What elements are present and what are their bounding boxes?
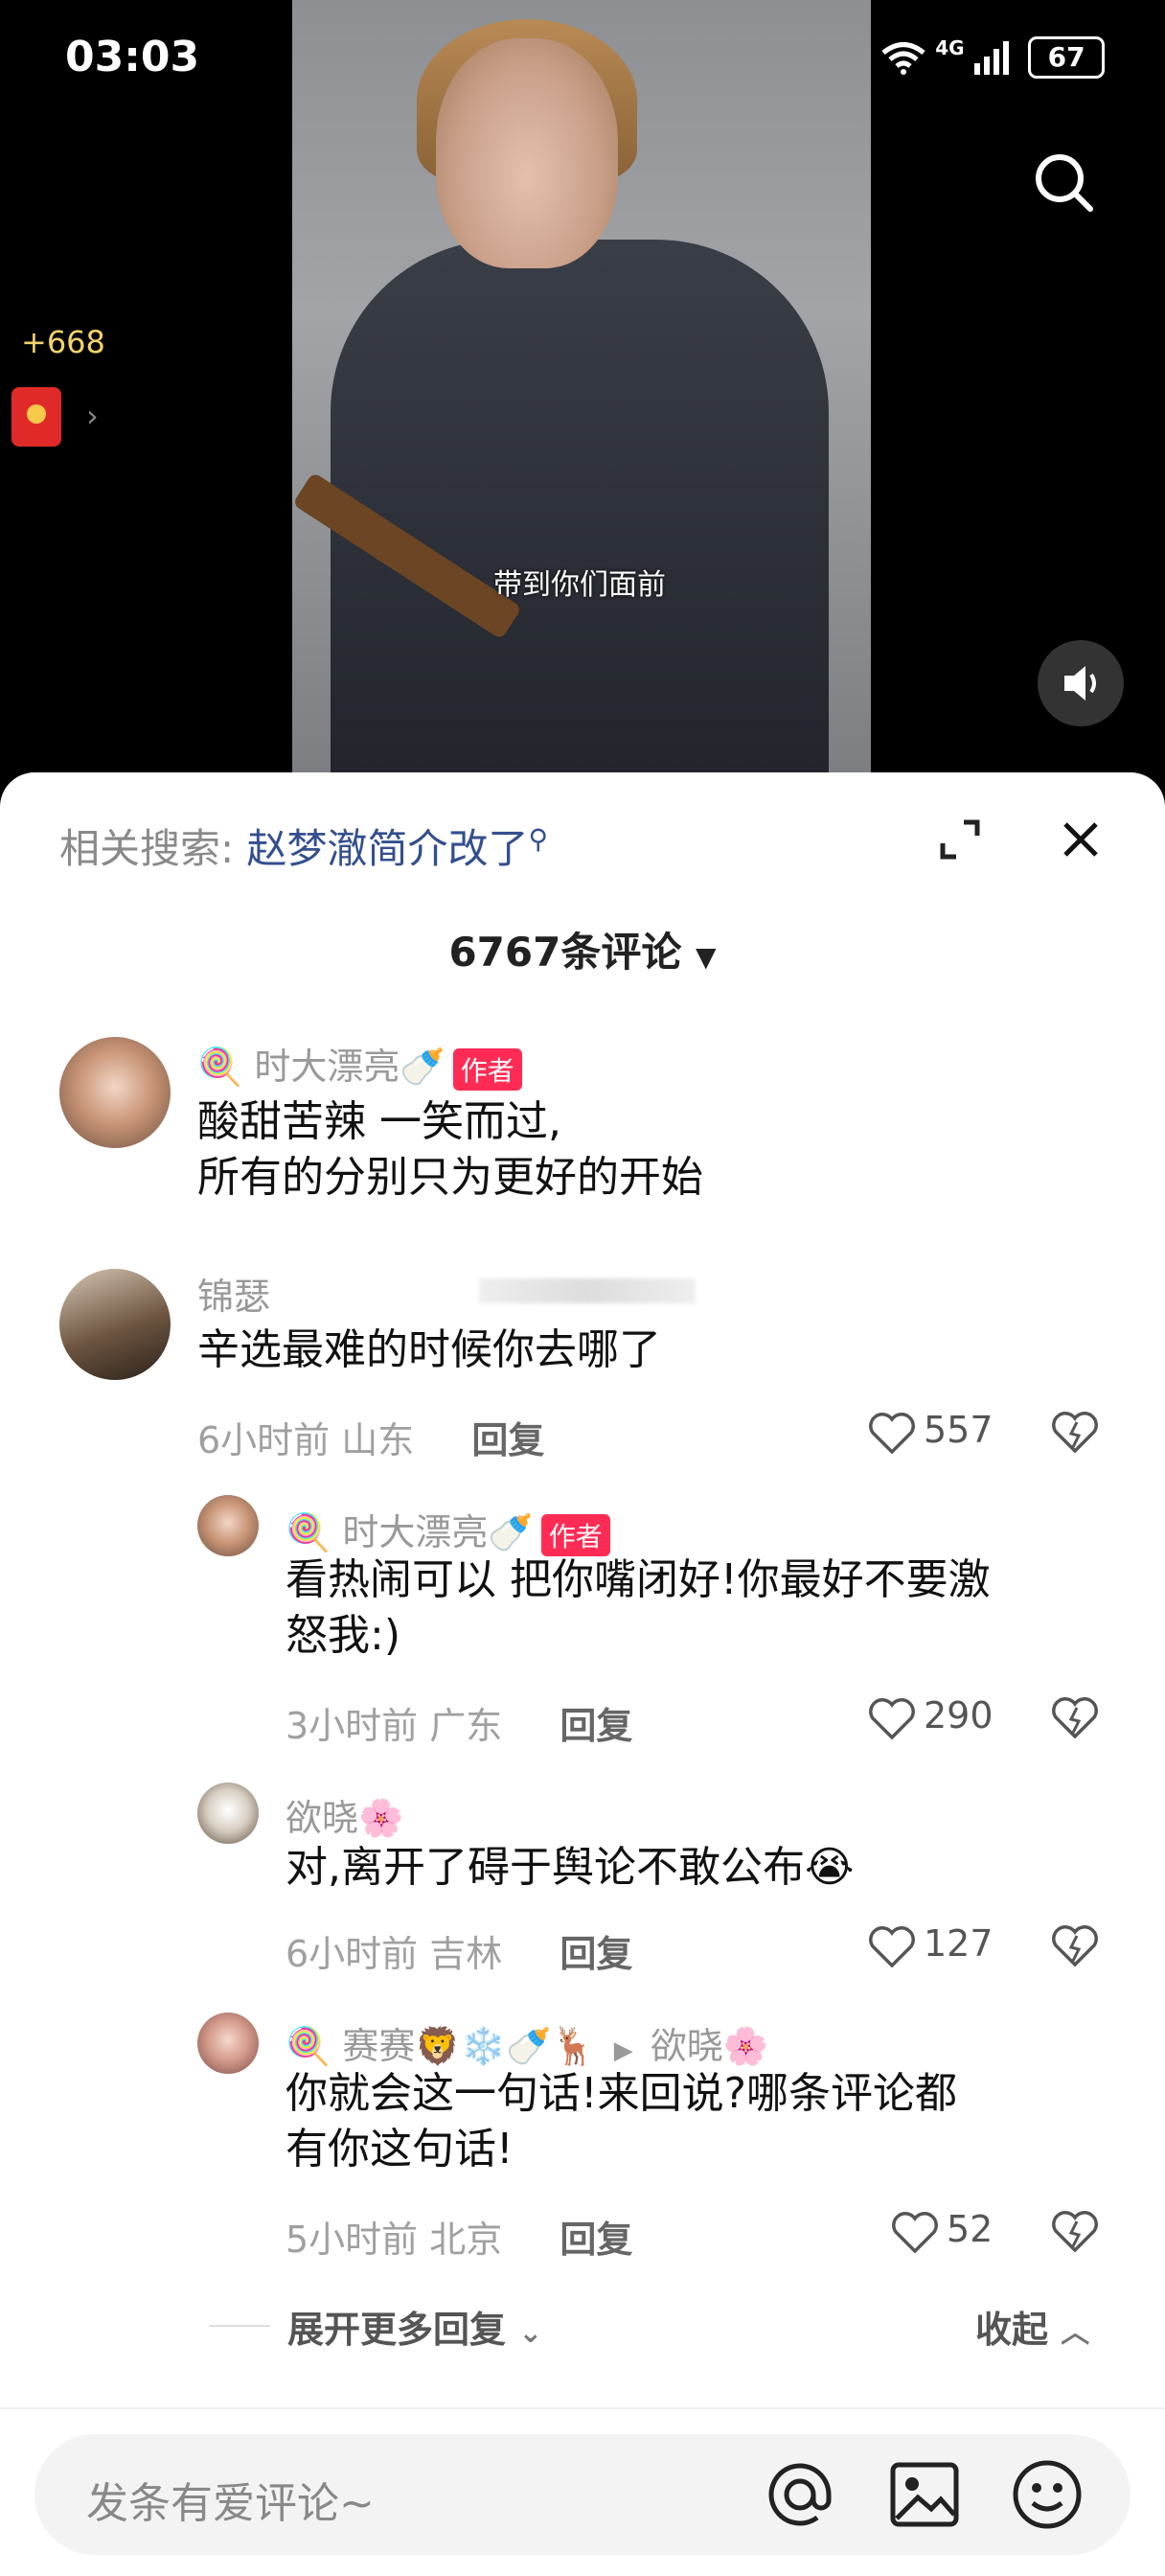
author-badge: 作者: [540, 1513, 610, 1556]
reply-location: 广东: [429, 1705, 503, 1747]
collapse-button[interactable]: 收起 ︿: [975, 2300, 1089, 2353]
status-icons: 4G 67: [879, 36, 1106, 79]
divider-line: [209, 2325, 270, 2327]
status-time: 03:03: [65, 33, 200, 81]
avatar[interactable]: [197, 2012, 259, 2074]
small-search-icon: ⚲: [528, 823, 549, 855]
divider: [0, 2407, 1165, 2409]
avatar[interactable]: [59, 1037, 171, 1148]
expand-icon[interactable]: [939, 818, 981, 861]
heart-icon: [869, 1697, 915, 1739]
reply-time: 5小时前: [286, 2219, 419, 2261]
search-icon[interactable]: [1033, 151, 1094, 213]
reply-text: 看热闹可以 把你嘴闭好!你最好不要激 怒我:): [286, 1552, 991, 1664]
comment-meta: 6小时前 山东 回复: [197, 1411, 544, 1463]
reply-button[interactable]: 回复: [471, 1419, 544, 1461]
like-button[interactable]: 52: [891, 2208, 993, 2253]
dislike-icon[interactable]: [1052, 1924, 1098, 1966]
blurred-content: [479, 1278, 696, 1303]
like-button[interactable]: 557: [868, 1409, 994, 1454]
reply-meta: 5小时前 北京 回复: [286, 2210, 632, 2263]
video-subtitle: 带到你们面前: [493, 568, 666, 602]
reply-line: 看热闹可以 把你嘴闭好!你最好不要激: [286, 1555, 991, 1604]
reply-text: 你就会这一句话!来回说?哪条评论都 有你这句话!: [286, 2066, 957, 2177]
caret-down-icon: ▼: [695, 941, 717, 973]
red-packet-icon[interactable]: [11, 387, 61, 447]
author-badge: 作者: [452, 1047, 522, 1091]
comment-author-name[interactable]: 🍭 时大漂亮🍼 作者: [197, 1037, 522, 1091]
reply-meta: 6小时前 吉林 回复: [286, 1924, 632, 1977]
reply-location: 吉林: [429, 1933, 503, 1975]
chevron-up-icon: ︿: [1061, 2316, 1090, 2350]
volume-icon: [1064, 666, 1096, 701]
like-count: 52: [947, 2208, 994, 2250]
heart-icon: [892, 2211, 938, 2253]
like-count: 290: [924, 1694, 994, 1736]
reply-text: 对,离开了碍于舆论不敢公布😭: [286, 1840, 854, 1896]
comment-text: 辛选最难的时候你去哪了: [197, 1325, 661, 1374]
comment-line: 酸甜苦辣 一笑而过,: [197, 1097, 561, 1146]
network-type: 4G: [935, 36, 965, 59]
chevron-right-icon[interactable]: ›: [86, 398, 99, 434]
heart-icon: [869, 1925, 915, 1967]
expand-more-replies-button[interactable]: 展开更多回复 ⌄: [287, 2300, 542, 2353]
battery-indicator: 67: [1028, 36, 1106, 79]
reply-time: 3小时前: [286, 1705, 419, 1747]
comment-author-name[interactable]: 锦瑟: [197, 1267, 270, 1320]
reply-line: 怒我:): [286, 1611, 400, 1660]
like-count: 557: [924, 1409, 994, 1451]
bonus-points: +668: [21, 324, 105, 360]
video-person-face: [436, 38, 618, 268]
like-button[interactable]: 127: [868, 1922, 994, 1967]
heart-icon: [869, 1412, 915, 1454]
at-icon[interactable]: [763, 2457, 837, 2532]
expand-more-label: 展开更多回复: [287, 2309, 507, 2351]
reply-button[interactable]: 回复: [560, 1933, 632, 1975]
reply-time: 6小时前: [286, 1933, 419, 1975]
reply-meta: 3小时前 广东 回复: [286, 1696, 632, 1749]
reply-location: 北京: [429, 2219, 503, 2261]
related-search[interactable]: 相关搜索: 赵梦澈简介改了⚲: [59, 816, 548, 875]
chevron-down-icon: ⌄: [518, 2316, 543, 2350]
wifi-icon: [881, 42, 925, 75]
reply-line: 你就会这一句话!来回说?哪条评论都: [286, 2069, 957, 2118]
like-count: 127: [924, 1922, 994, 1965]
volume-button[interactable]: [1038, 640, 1124, 726]
avatar[interactable]: [197, 1495, 259, 1556]
comment-text: 酸甜苦辣 一笑而过, 所有的分别只为更好的开始: [197, 1094, 703, 1206]
reply-arrow-icon: ▶: [613, 2036, 633, 2065]
related-search-label: 相关搜索:: [59, 825, 235, 872]
avatar[interactable]: [197, 1782, 259, 1844]
reply-button[interactable]: 回复: [560, 1705, 632, 1747]
comment-location: 山东: [341, 1419, 415, 1461]
reply-button[interactable]: 回复: [560, 2219, 632, 2261]
dislike-icon[interactable]: [1052, 1411, 1098, 1453]
related-search-query[interactable]: 赵梦澈简介改了: [247, 825, 529, 872]
dislike-icon[interactable]: [1052, 2210, 1098, 2252]
like-button[interactable]: 290: [868, 1694, 994, 1739]
reply-line: 有你这句话!: [286, 2125, 514, 2174]
avatar[interactable]: [59, 1269, 171, 1380]
comment-time: 6小时前: [197, 1419, 331, 1461]
reply-line: 对,离开了碍于舆论不敢公布😭: [286, 1843, 855, 1892]
comment-input-placeholder: 发条有爱评论~: [86, 2479, 375, 2528]
dislike-icon[interactable]: [1052, 1696, 1098, 1738]
image-icon[interactable]: [887, 2457, 962, 2532]
signal-icon: [973, 41, 1009, 75]
emoji-icon[interactable]: [1010, 2457, 1085, 2532]
video-frame[interactable]: 带到你们面前: [292, 0, 871, 776]
reply-author-name[interactable]: 🍭 赛赛🦁❄️🍼🦌 ▶ 欲晓🌸: [286, 2016, 768, 2069]
comment-count-label: 6767条评论: [448, 929, 682, 976]
collapse-label: 收起: [975, 2309, 1049, 2351]
close-icon[interactable]: [1060, 818, 1102, 861]
reply-to-name[interactable]: 欲晓🌸: [651, 2025, 768, 2067]
reply-author-name[interactable]: 欲晓🌸: [286, 1788, 403, 1841]
video-person-body: [331, 240, 829, 776]
reply-author-name[interactable]: 🍭 时大漂亮🍼 作者: [286, 1503, 610, 1556]
comment-count[interactable]: 6767条评论 ▼: [0, 920, 1165, 978]
comment-line: 所有的分别只为更好的开始: [197, 1153, 703, 1202]
